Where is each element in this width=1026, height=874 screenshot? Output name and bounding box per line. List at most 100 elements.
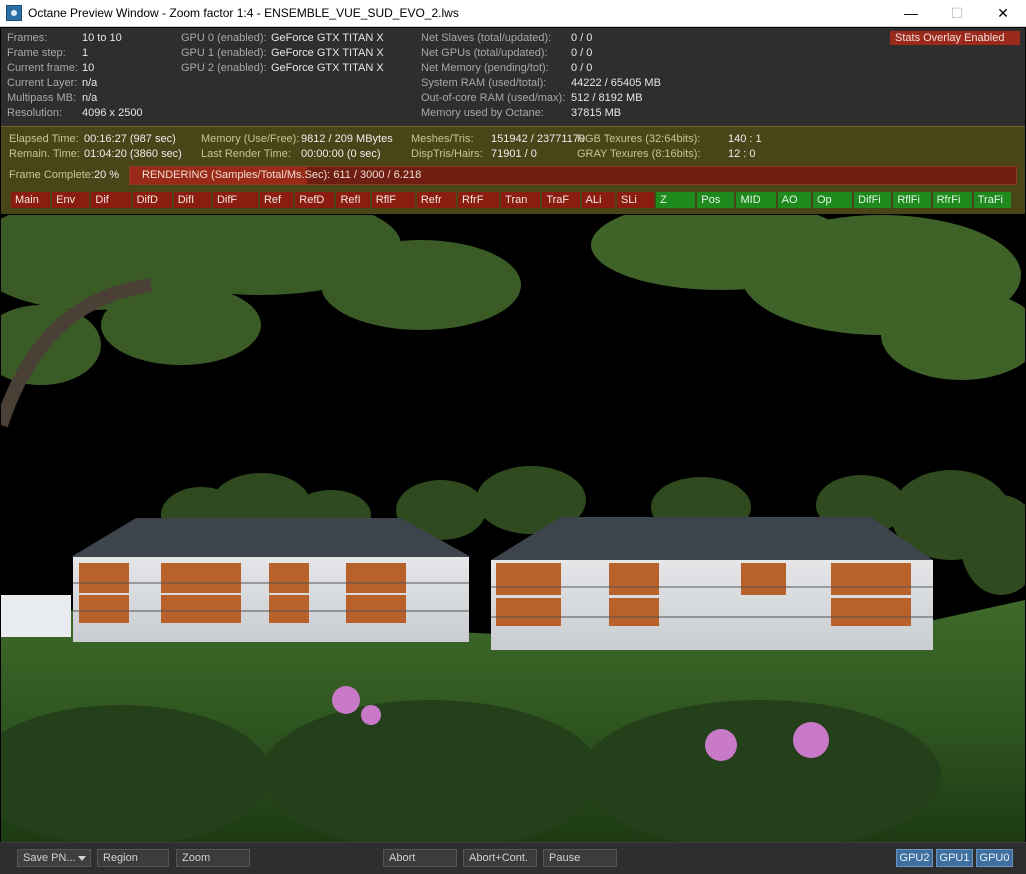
pass-toggle-mid[interactable]: MID bbox=[736, 192, 776, 208]
memory-label: Memory (Use/Free): bbox=[201, 133, 300, 145]
left-building bbox=[71, 518, 471, 642]
pass-toggle-pos[interactable]: Pos bbox=[697, 192, 735, 208]
bottom-toolbar: Save PN... Region Zoom Abort Abort+Cont.… bbox=[0, 842, 1026, 874]
save-format-label: Save PN... bbox=[23, 852, 76, 864]
stats-overlay-badge[interactable]: Stats Overlay Enabled bbox=[890, 31, 1020, 45]
current-frame-label: Current frame: bbox=[7, 62, 78, 74]
current-frame-value: 10 bbox=[82, 62, 95, 74]
pass-toggle-rflf[interactable]: RflF bbox=[371, 192, 415, 208]
pass-toggle-ao[interactable]: AO bbox=[777, 192, 811, 208]
pass-toggle-op[interactable]: Op bbox=[812, 192, 853, 208]
octane-memory-label: Memory used by Octane: bbox=[421, 107, 544, 119]
resolution-label: Resolution: bbox=[7, 107, 63, 119]
system-ram-value: 44222 / 65405 MB bbox=[571, 77, 661, 89]
pass-toggle-refr[interactable]: Refr bbox=[416, 192, 457, 208]
pass-toggle-rfrfi[interactable]: RfrFi bbox=[932, 192, 972, 208]
net-memory-label: Net Memory (pending/tot): bbox=[421, 62, 549, 74]
gpu1-value: GeForce GTX TITAN X bbox=[271, 47, 384, 59]
gpu2-value: GeForce GTX TITAN X bbox=[271, 62, 384, 74]
current-layer-label: Current Layer: bbox=[7, 77, 78, 89]
net-gpus-value: 0 / 0 bbox=[571, 47, 593, 59]
render-pass-bar: Main Env Dif DifD DifI DifF Ref RefD RefI RflF Ref… bbox=[11, 192, 1011, 208]
right-building bbox=[491, 517, 933, 650]
pass-toggle-rflfi[interactable]: RflFi bbox=[893, 192, 931, 208]
last-render-label: Last Render Time: bbox=[201, 148, 291, 160]
remain-label: Remain. Time: bbox=[9, 148, 80, 160]
pass-toggle-traf[interactable]: TraF bbox=[542, 192, 580, 208]
out-of-core-value: 512 / 8192 MB bbox=[571, 92, 643, 104]
maximize-button[interactable]: ☐ bbox=[934, 0, 980, 27]
disp-label: DispTris/Hairs: bbox=[411, 148, 483, 160]
out-of-core-label: Out-of-core RAM (used/max): bbox=[421, 92, 566, 104]
rgb-textures-value: 140 : 1 bbox=[728, 133, 762, 145]
pass-toggle-difi[interactable]: DifI bbox=[173, 192, 211, 208]
minimize-button[interactable]: — bbox=[888, 0, 934, 27]
system-ram-label: System RAM (used/total): bbox=[421, 77, 547, 89]
current-layer-value: n/a bbox=[82, 77, 98, 89]
rendered-image bbox=[1, 215, 1025, 842]
meshes-value: 151942 / 23771170 bbox=[491, 133, 585, 145]
pass-toggle-diffi[interactable]: DifFi bbox=[854, 192, 892, 208]
abort-button[interactable]: Abort bbox=[383, 849, 457, 867]
chevron-down-icon bbox=[78, 856, 86, 861]
window-title: Octane Preview Window - Zoom factor 1:4 … bbox=[28, 6, 459, 20]
octane-app-icon bbox=[6, 5, 22, 21]
last-render-value: 00:00:00 (0 sec) bbox=[301, 148, 381, 160]
render-progress-bar: RENDERING (Samples/Total/Ms.Sec): 611 / … bbox=[129, 166, 1017, 185]
close-button[interactable]: ✕ bbox=[980, 0, 1026, 27]
remain-value: 01:04:20 (3860 sec) bbox=[84, 148, 182, 160]
pass-toggle-refd[interactable]: RefD bbox=[295, 192, 335, 208]
gpu1-toggle[interactable]: GPU1 bbox=[936, 849, 973, 867]
frame-step-label: Frame step: bbox=[7, 47, 66, 59]
render-viewport[interactable] bbox=[1, 215, 1025, 842]
pass-toggle-rfrf[interactable]: RfrF bbox=[458, 192, 500, 208]
frame-step-value: 1 bbox=[82, 47, 89, 59]
net-slaves-value: 0 / 0 bbox=[571, 32, 593, 44]
pass-toggle-z[interactable]: Z bbox=[656, 192, 696, 208]
rgb-textures-label: RGB Texures (32:64bits): bbox=[577, 133, 701, 145]
pass-toggle-trafi[interactable]: TraFi bbox=[973, 192, 1011, 208]
pass-toggle-env[interactable]: Env bbox=[52, 192, 90, 208]
multipass-value: n/a bbox=[82, 92, 98, 104]
net-memory-value: 0 / 0 bbox=[571, 62, 593, 74]
gpu0-value: GeForce GTX TITAN X bbox=[271, 32, 384, 44]
gray-textures-value: 12 : 0 bbox=[728, 148, 756, 160]
frame-complete-value: 20 % bbox=[94, 169, 120, 181]
pass-toggle-ref[interactable]: Ref bbox=[259, 192, 294, 208]
render-status-panel: Elapsed Time: 00:16:27 (987 sec) Remain.… bbox=[1, 126, 1025, 214]
octane-memory-value: 37815 MB bbox=[571, 107, 622, 119]
gpu2-label: GPU 2 (enabled): bbox=[181, 62, 267, 74]
frame-complete-label: Frame Complete: bbox=[9, 169, 94, 181]
net-gpus-label: Net GPUs (total/updated): bbox=[421, 47, 548, 59]
pass-toggle-difd[interactable]: DifD bbox=[132, 192, 172, 208]
region-button[interactable]: Region bbox=[97, 849, 169, 867]
pass-toggle-ali[interactable]: ALi bbox=[581, 192, 615, 208]
elapsed-label: Elapsed Time: bbox=[9, 133, 79, 145]
zoom-button[interactable]: Zoom bbox=[176, 849, 250, 867]
pass-toggle-sli[interactable]: SLi bbox=[616, 192, 655, 208]
meshes-label: Meshes/Tris: bbox=[411, 133, 474, 145]
gpu0-label: GPU 0 (enabled): bbox=[181, 32, 267, 44]
pass-toggle-diff[interactable]: DifF bbox=[212, 192, 258, 208]
memory-value: 9812 / 209 MBytes bbox=[301, 133, 393, 145]
gpu0-toggle[interactable]: GPU0 bbox=[976, 849, 1013, 867]
multipass-label: Multipass MB: bbox=[7, 92, 77, 104]
save-format-select[interactable]: Save PN... bbox=[17, 849, 91, 867]
abort-cont-button[interactable]: Abort+Cont. bbox=[463, 849, 537, 867]
gpu2-toggle[interactable]: GPU2 bbox=[896, 849, 933, 867]
title-bar: Octane Preview Window - Zoom factor 1:4 … bbox=[0, 0, 1026, 27]
frames-label: Frames: bbox=[7, 32, 48, 44]
disp-value: 71901 / 0 bbox=[491, 148, 537, 160]
net-slaves-label: Net Slaves (total/updated): bbox=[421, 32, 552, 44]
gpu1-label: GPU 1 (enabled): bbox=[181, 47, 267, 59]
pass-toggle-tran[interactable]: Tran bbox=[501, 192, 541, 208]
resolution-value: 4096 x 2500 bbox=[82, 107, 143, 119]
frames-value: 10 to 10 bbox=[82, 32, 122, 44]
pass-toggle-main[interactable]: Main bbox=[11, 192, 51, 208]
pass-toggle-dif[interactable]: Dif bbox=[91, 192, 131, 208]
pause-button[interactable]: Pause bbox=[543, 849, 617, 867]
stats-panel: Frames: 10 to 10 Frame step: 1 Current f… bbox=[1, 28, 1025, 126]
pass-toggle-refi[interactable]: RefI bbox=[336, 192, 370, 208]
elapsed-value: 00:16:27 (987 sec) bbox=[84, 133, 176, 145]
gray-textures-label: GRAY Texures (8:16bits): bbox=[577, 148, 701, 160]
